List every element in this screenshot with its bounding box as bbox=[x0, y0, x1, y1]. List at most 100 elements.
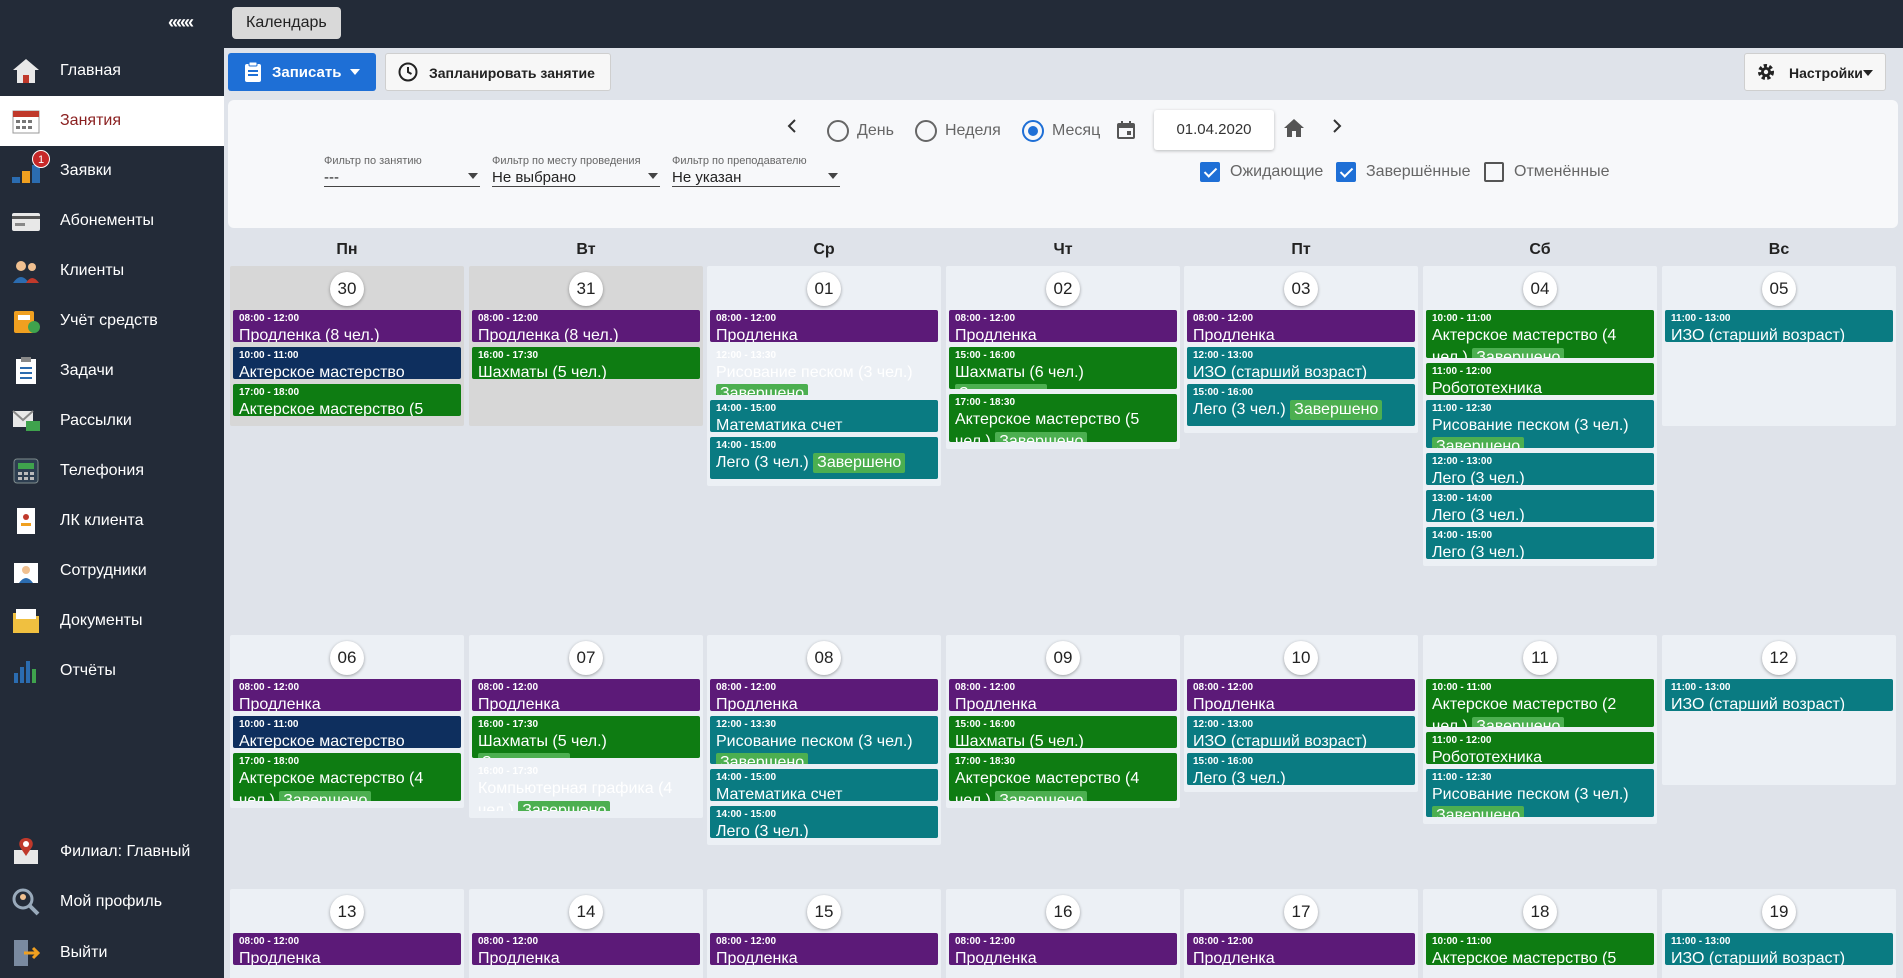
calendar-icon[interactable] bbox=[1116, 120, 1136, 140]
event-card[interactable]: 10:00 - 11:00 Актерское мастерство (2 чел… bbox=[1426, 679, 1654, 727]
day-number[interactable]: 18 bbox=[1523, 895, 1557, 929]
day-number[interactable]: 16 bbox=[1046, 895, 1080, 929]
day-number[interactable]: 07 bbox=[569, 641, 603, 675]
day-number[interactable]: 06 bbox=[330, 641, 364, 675]
event-card[interactable]: 16:00 - 17:30 Шахматы (5 чел.) bbox=[472, 347, 700, 379]
event-card[interactable]: 14:00 - 15:00 Математика счет bbox=[710, 769, 938, 801]
day-number[interactable]: 05 bbox=[1762, 272, 1796, 306]
event-card[interactable]: 12:00 - 13:30 Рисование песком (3 чел.) З… bbox=[710, 347, 938, 395]
event-card[interactable]: 10:00 - 11:00 Актерское мастерство bbox=[233, 716, 461, 748]
event-card[interactable]: 17:00 - 18:30 Актерское мастерство (5 чел… bbox=[949, 394, 1177, 442]
event-card[interactable]: 12:00 - 13:00 ИЗО (старший возраст) bbox=[1187, 347, 1415, 379]
event-card[interactable]: 11:00 - 12:30 Рисование песком (3 чел.) З… bbox=[1426, 400, 1654, 448]
sidebar-bottom-item-1[interactable]: Филиал: Главный bbox=[0, 827, 224, 877]
event-card[interactable]: 08:00 - 12:00 Продленка bbox=[1187, 310, 1415, 342]
filter-select-2[interactable]: Фильтр по месту проведения Не выбрано bbox=[492, 155, 660, 187]
filter-select-3[interactable]: Фильтр по преподавателю Не указан bbox=[672, 155, 840, 187]
event-card[interactable]: 08:00 - 12:00 Продленка bbox=[233, 679, 461, 711]
day-number[interactable]: 01 bbox=[807, 272, 841, 306]
event-card[interactable]: 11:00 - 13:00 ИЗО (старший возраст) bbox=[1665, 933, 1893, 965]
tab-calendar[interactable]: Календарь bbox=[232, 7, 341, 39]
event-card[interactable]: 11:00 - 13:00 ИЗО (старший возраст) bbox=[1665, 679, 1893, 711]
status-checkbox-3[interactable]: Отменённые bbox=[1484, 162, 1609, 182]
event-card[interactable]: 16:00 - 17:30 Шахматы (5 чел.) Завершено bbox=[472, 716, 700, 758]
next-period-button[interactable] bbox=[1331, 114, 1343, 140]
sidebar-item-10[interactable]: ЛК клиента bbox=[0, 496, 224, 546]
collapse-sidebar-button[interactable]: ««« bbox=[168, 12, 194, 33]
event-card[interactable]: 11:00 - 13:00 ИЗО (старший возраст) bbox=[1665, 310, 1893, 342]
day-number[interactable]: 02 bbox=[1046, 272, 1080, 306]
event-card[interactable]: 14:00 - 15:00 Лего (3 чел.) bbox=[710, 806, 938, 838]
day-number[interactable]: 31 bbox=[569, 272, 603, 306]
record-button[interactable]: Записать bbox=[228, 53, 376, 91]
event-card[interactable]: 15:00 - 16:00 Лего (3 чел.) bbox=[1187, 753, 1415, 785]
event-card[interactable]: 08:00 - 12:00 Продленка bbox=[710, 679, 938, 711]
event-card[interactable]: 14:00 - 15:00 Лего (3 чел.) Завершено bbox=[710, 437, 938, 479]
filter-select-1[interactable]: Фильтр по занятию --- bbox=[324, 155, 480, 187]
event-card[interactable]: 13:00 - 14:00 Лего (3 чел.) bbox=[1426, 490, 1654, 522]
event-card[interactable]: 08:00 - 12:00 Продленка bbox=[949, 679, 1177, 711]
day-number[interactable]: 15 bbox=[807, 895, 841, 929]
view-mode-1[interactable]: День bbox=[827, 120, 894, 142]
event-card[interactable]: 17:00 - 18:30 Актерское мастерство (4 чел… bbox=[949, 753, 1177, 801]
event-card[interactable]: 10:00 - 11:00 Актерское мастерство bbox=[233, 347, 461, 379]
event-card[interactable]: 10:00 - 11:00 Актерское мастерство (5 чел… bbox=[1426, 933, 1654, 965]
sidebar-bottom-item-2[interactable]: Мой профиль bbox=[0, 877, 224, 927]
day-number[interactable]: 09 bbox=[1046, 641, 1080, 675]
sidebar-item-4[interactable]: Абонементы bbox=[0, 196, 224, 246]
prev-period-button[interactable] bbox=[786, 114, 798, 140]
sidebar-bottom-item-3[interactable]: Выйти bbox=[0, 928, 224, 978]
event-card[interactable]: 14:00 - 15:00 Лего (3 чел.) bbox=[1426, 527, 1654, 559]
view-mode-2[interactable]: Неделя bbox=[915, 120, 1001, 142]
event-card[interactable]: 08:00 - 12:00 Продленка bbox=[949, 310, 1177, 342]
event-card[interactable]: 08:00 - 12:00 Продленка (8 чел.) bbox=[472, 310, 700, 342]
event-card[interactable]: 12:00 - 13:30 Рисование песком (3 чел.) З… bbox=[710, 716, 938, 764]
sidebar-item-1[interactable]: Главная bbox=[0, 46, 224, 96]
event-card[interactable]: 08:00 - 12:00 Продленка (8 чел.) bbox=[233, 310, 461, 342]
event-card[interactable]: 15:00 - 16:00 Шахматы (6 чел.) Завершено bbox=[949, 347, 1177, 389]
day-number[interactable]: 03 bbox=[1284, 272, 1318, 306]
home-today-icon[interactable] bbox=[1283, 118, 1305, 138]
event-card[interactable]: 17:00 - 18:00 Актерское мастерство (5 чел… bbox=[233, 384, 461, 416]
day-number[interactable]: 11 bbox=[1523, 641, 1557, 675]
plan-lesson-button[interactable]: Запланировать занятие bbox=[385, 53, 611, 91]
event-card[interactable]: 12:00 - 13:00 ИЗО (старший возраст) bbox=[1187, 716, 1415, 748]
status-checkbox-2[interactable]: Завершённые bbox=[1336, 162, 1470, 182]
sidebar-item-9[interactable]: Телефония bbox=[0, 446, 224, 496]
event-card[interactable]: 08:00 - 12:00 Продленка bbox=[472, 679, 700, 711]
sidebar-item-2[interactable]: Занятия bbox=[0, 96, 224, 146]
event-card[interactable]: 11:00 - 12:00 Робототехника bbox=[1426, 732, 1654, 764]
sidebar-item-13[interactable]: Отчёты bbox=[0, 646, 224, 696]
event-card[interactable]: 11:00 - 12:30 Рисование песком (3 чел.) З… bbox=[1426, 769, 1654, 817]
event-card[interactable]: 16:00 - 17:30 Компьютерная графика (4 чел… bbox=[472, 763, 700, 811]
event-card[interactable]: 08:00 - 12:00 Продленка bbox=[1187, 933, 1415, 965]
event-card[interactable]: 08:00 - 12:00 Продленка bbox=[1187, 679, 1415, 711]
event-card[interactable]: 17:00 - 18:00 Актерское мастерство (4 чел… bbox=[233, 753, 461, 801]
sidebar-item-11[interactable]: Сотрудники bbox=[0, 546, 224, 596]
event-card[interactable]: 08:00 - 12:00 Продленка bbox=[472, 933, 700, 965]
event-card[interactable]: 10:00 - 11:00 Актерское мастерство (4 чел… bbox=[1426, 310, 1654, 358]
day-number[interactable]: 17 bbox=[1284, 895, 1318, 929]
settings-button[interactable]: Настройки bbox=[1744, 53, 1886, 91]
day-number[interactable]: 08 bbox=[807, 641, 841, 675]
sidebar-item-5[interactable]: Клиенты bbox=[0, 246, 224, 296]
event-card[interactable]: 11:00 - 12:00 Робототехника bbox=[1426, 363, 1654, 395]
sidebar-item-12[interactable]: Документы bbox=[0, 596, 224, 646]
sidebar-item-3[interactable]: 1 Заявки bbox=[0, 146, 224, 196]
day-number[interactable]: 14 bbox=[569, 895, 603, 929]
day-number[interactable]: 13 bbox=[330, 895, 364, 929]
event-card[interactable]: 14:00 - 15:00 Математика счет bbox=[710, 400, 938, 432]
view-mode-3[interactable]: Месяц bbox=[1022, 120, 1100, 142]
day-number[interactable]: 10 bbox=[1284, 641, 1318, 675]
day-number[interactable]: 12 bbox=[1762, 641, 1796, 675]
event-card[interactable]: 08:00 - 12:00 Продленка bbox=[233, 933, 461, 965]
sidebar-item-6[interactable]: Учёт средств bbox=[0, 296, 224, 346]
status-checkbox-1[interactable]: Ожидающие bbox=[1200, 162, 1323, 182]
event-card[interactable]: 08:00 - 12:00 Продленка bbox=[710, 310, 938, 342]
event-card[interactable]: 12:00 - 13:00 Лего (3 чел.) bbox=[1426, 453, 1654, 485]
day-number[interactable]: 04 bbox=[1523, 272, 1557, 306]
day-number[interactable]: 30 bbox=[330, 272, 364, 306]
event-card[interactable]: 08:00 - 12:00 Продленка bbox=[710, 933, 938, 965]
day-number[interactable]: 19 bbox=[1762, 895, 1796, 929]
sidebar-item-7[interactable]: Задачи bbox=[0, 346, 224, 396]
